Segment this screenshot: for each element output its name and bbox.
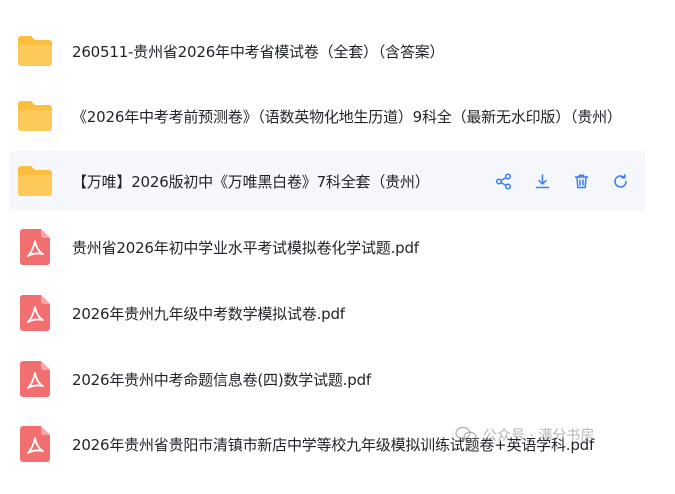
download-icon[interactable] [533,172,551,190]
pdf-icon [16,425,54,463]
file-row-folder[interactable]: 《2026年中考考前预测卷》（语数英物化地生历道）9科全（最新无水印版）（贵州） [10,86,645,146]
file-row-pdf[interactable]: 2026年贵州九年级中考数学模拟试卷.pdf [10,283,645,343]
row-actions [494,172,629,190]
file-row-pdf[interactable]: 2026年贵州中考命题信息卷(四)数学试题.pdf [10,349,645,409]
file-name[interactable]: 2026年贵州中考命题信息卷(四)数学试题.pdf [72,369,645,390]
folder-icon [16,97,54,135]
delete-icon[interactable] [572,172,590,190]
file-row-pdf[interactable]: 2026年贵州省贵阳市清镇市新店中学等校九年级模拟训练试题卷+英语学科.pdf [10,414,645,474]
file-name[interactable]: 《2026年中考考前预测卷》（语数英物化地生历道）9科全（最新无水印版）（贵州） [72,106,645,127]
share-icon[interactable] [494,172,512,190]
pdf-icon [16,360,54,398]
folder-icon [16,162,54,200]
file-name[interactable]: 2026年贵州省贵阳市清镇市新店中学等校九年级模拟训练试题卷+英语学科.pdf [72,434,645,455]
file-row-folder-hovered[interactable]: 【万唯】2026版初中《万唯黑白卷》7科全套（贵州） [10,151,645,211]
file-name[interactable]: 贵州省2026年初中学业水平考试模拟卷化学试题.pdf [72,237,645,258]
file-row-pdf[interactable]: 贵州省2026年初中学业水平考试模拟卷化学试题.pdf [10,217,645,277]
file-row-folder[interactable]: 260511-贵州省2026年中考省模试卷（全套）（含答案） [10,21,645,81]
file-name[interactable]: 2026年贵州九年级中考数学模拟试卷.pdf [72,303,645,324]
file-list: 260511-贵州省2026年中考省模试卷（全套）（含答案） 《2026年中考考… [0,0,675,494]
pdf-icon [16,228,54,266]
refresh-icon[interactable] [611,172,629,190]
file-name[interactable]: 260511-贵州省2026年中考省模试卷（全套）（含答案） [72,41,645,62]
folder-icon [16,32,54,70]
file-name[interactable]: 【万唯】2026版初中《万唯黑白卷》7科全套（贵州） [72,171,482,192]
pdf-icon [16,294,54,332]
